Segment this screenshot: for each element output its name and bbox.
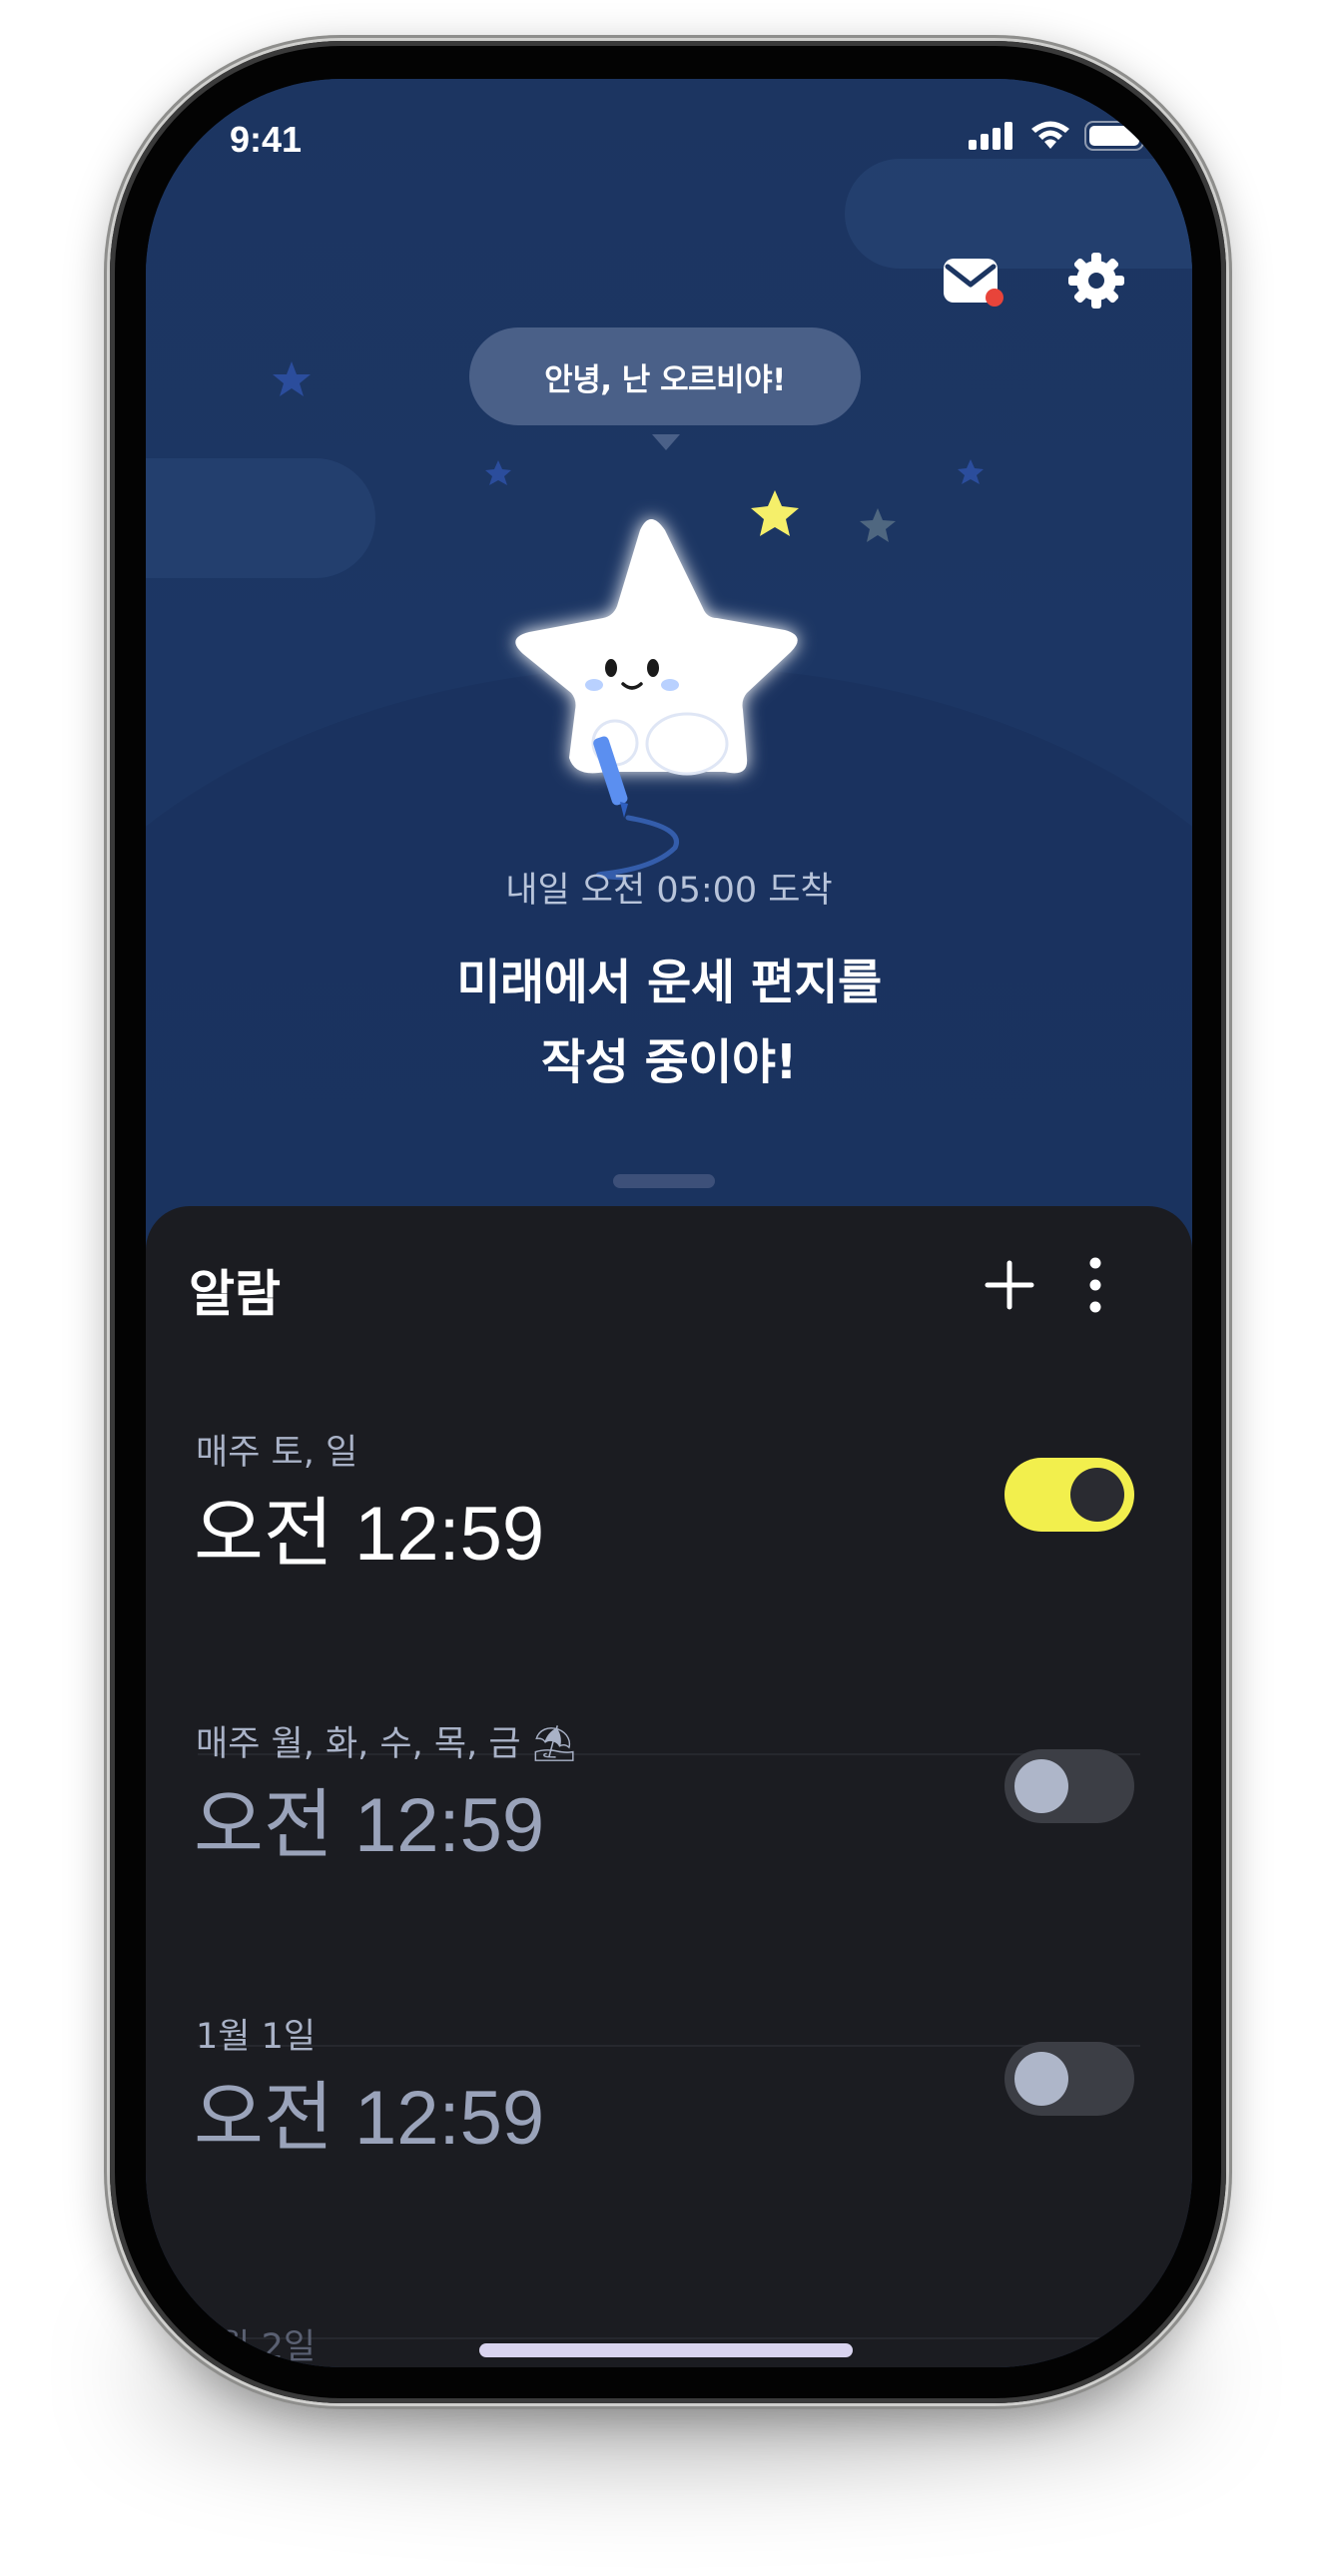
alarm-time: 오전 12:59 xyxy=(194,1492,545,1577)
star-icon xyxy=(860,508,896,542)
alarm-item[interactable]: 1월 1일 오전 12:59 xyxy=(146,1950,1192,2240)
star-icon xyxy=(273,361,311,396)
toggle-knob xyxy=(1014,1759,1068,1813)
device-mockup: 9:41 안녕, 난 오르비야! 내일 오전 05:00 도착 미래에서 운세 … xyxy=(0,0,1333,2576)
headline-line-2: 작성 중이야! xyxy=(541,1034,797,1090)
more-vertical-icon xyxy=(1089,1257,1101,1313)
status-bar-time: 9:41 xyxy=(230,119,303,160)
add-alarm-button[interactable] xyxy=(975,1250,1044,1320)
alarm-toggle[interactable] xyxy=(1004,1749,1134,1823)
divider xyxy=(198,2337,1140,2339)
alarm-time: 오전 12:59 xyxy=(194,1783,545,1868)
sheet-drag-handle[interactable] xyxy=(613,1174,715,1188)
cellular-signal-icon xyxy=(969,122,1012,150)
more-options-button[interactable] xyxy=(1070,1250,1120,1320)
battery-icon xyxy=(1084,121,1149,151)
app-screen: 9:41 안녕, 난 오르비야! 내일 오전 05:00 도착 미래에서 운세 … xyxy=(146,79,1192,2367)
toggle-knob xyxy=(1070,1468,1124,1522)
settings-button[interactable] xyxy=(1062,247,1130,315)
gear-icon xyxy=(1068,253,1124,309)
alarm-item[interactable]: 매주 토, 일 오전 12:59 xyxy=(146,1366,1192,1655)
alarm-toggle[interactable] xyxy=(1004,2042,1134,2116)
star-icon xyxy=(958,459,984,484)
alarm-time: 오전 12:59 xyxy=(194,2076,545,2161)
alarm-repeat-days: 매주 월, 화, 수, 목, 금 ⛱ xyxy=(196,1724,577,1764)
headline-line-1: 미래에서 운세 편지를 xyxy=(456,955,882,1010)
toggle-knob xyxy=(1014,2052,1068,2106)
hero-headline: 미래에서 운세 편지를 작성 중이야! xyxy=(146,943,1192,1102)
letter-arrival-time: 내일 오전 05:00 도착 xyxy=(505,871,833,911)
alarm-repeat-days-partial: 1월 2일 xyxy=(196,2327,317,2367)
star-mascot-writing-icon xyxy=(515,519,798,881)
alarm-item[interactable]: 매주 월, 화, 수, 목, 금 ⛱ 오전 12:59 xyxy=(146,1657,1192,1947)
status-bar-icons xyxy=(969,121,1150,151)
alarm-repeat-days: 매주 토, 일 xyxy=(196,1433,358,1473)
mail-icon xyxy=(944,259,1003,307)
home-indicator[interactable] xyxy=(479,2343,853,2357)
speech-bubble: 안녕, 난 오르비야! xyxy=(469,327,861,425)
alarm-repeat-days: 1월 1일 xyxy=(196,2017,317,2057)
unread-badge xyxy=(986,289,1003,307)
plus-icon xyxy=(985,1260,1034,1310)
alarm-sheet-title: 알람 xyxy=(189,1265,281,1323)
speech-bubble-tail xyxy=(652,434,680,450)
mail-button[interactable] xyxy=(938,247,1009,319)
alarm-sheet: 알람 매주 토, 일 오전 12:59 매주 월, 화, 수, 목, 금 ⛱ 오… xyxy=(146,1206,1192,2367)
hero-section: 9:41 안녕, 난 오르비야! 내일 오전 05:00 도착 미래에서 운세 … xyxy=(146,79,1192,1237)
wifi-icon xyxy=(1031,121,1069,149)
alarm-toggle[interactable] xyxy=(1004,1458,1134,1532)
